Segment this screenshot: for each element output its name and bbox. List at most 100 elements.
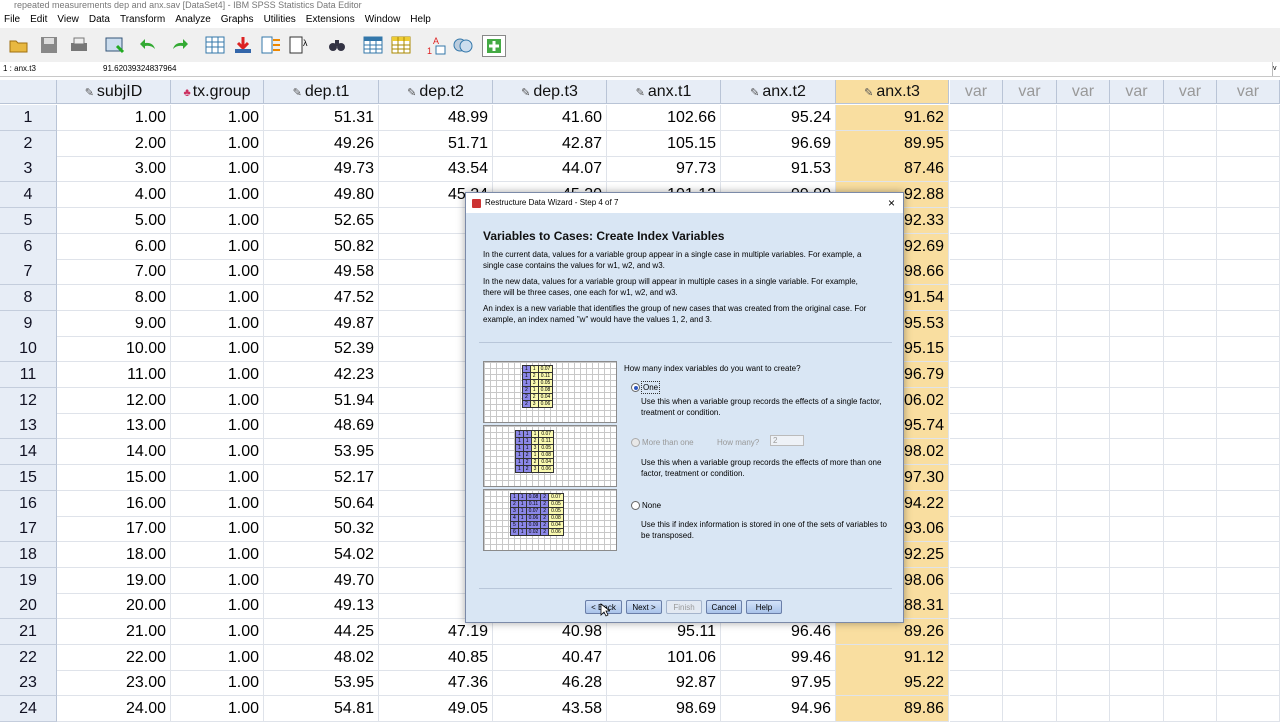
empty-cell[interactable] — [950, 644, 1003, 671]
data-cell[interactable]: 54.02 — [264, 541, 379, 568]
open-folder-icon[interactable] — [8, 35, 30, 55]
empty-cell[interactable] — [1003, 413, 1057, 440]
data-cell[interactable]: 52.65 — [264, 207, 379, 234]
empty-cell[interactable] — [950, 105, 1003, 131]
empty-cell[interactable] — [1057, 490, 1110, 517]
empty-cell[interactable] — [950, 567, 1003, 594]
empty-cell[interactable] — [1057, 464, 1110, 491]
empty-cell[interactable] — [1217, 362, 1280, 388]
menu-edit[interactable]: Edit — [26, 12, 53, 28]
menu-extensions[interactable]: Extensions — [302, 12, 361, 28]
close-icon[interactable]: × — [888, 193, 895, 213]
data-cell[interactable]: 40.47 — [493, 644, 607, 671]
empty-cell[interactable] — [1057, 670, 1110, 697]
data-cell[interactable]: 1.00 — [171, 336, 264, 363]
data-cell[interactable]: 49.05 — [379, 696, 493, 722]
data-cell[interactable]: 91.53 — [721, 156, 836, 183]
empty-cell[interactable] — [1217, 619, 1280, 645]
data-cell[interactable]: 49.73 — [264, 156, 379, 183]
empty-cell[interactable] — [1217, 182, 1280, 209]
grid-corner[interactable] — [0, 80, 57, 104]
menu-utilities[interactable]: Utilities — [260, 12, 302, 28]
data-cell[interactable]: 1.00 — [171, 413, 264, 440]
empty-cell[interactable] — [1003, 130, 1057, 157]
empty-cell[interactable] — [950, 336, 1003, 363]
empty-cell[interactable] — [1057, 105, 1110, 131]
empty-cell[interactable] — [1164, 644, 1217, 671]
column-header-dep-t2[interactable]: ✎ dep.t2 — [379, 80, 493, 104]
empty-cell[interactable] — [1164, 259, 1217, 286]
column-header-var[interactable]: var — [950, 80, 1003, 104]
data-cell[interactable]: 2.00 — [57, 130, 171, 157]
radio-none-label[interactable]: None — [642, 500, 661, 511]
data-cell[interactable]: 9.00 — [57, 310, 171, 337]
undo-icon[interactable] — [138, 35, 160, 55]
data-cell[interactable]: 102.66 — [607, 105, 721, 131]
data-cell[interactable]: 50.32 — [264, 516, 379, 543]
empty-cell[interactable] — [1164, 182, 1217, 209]
row-number[interactable]: 10 — [0, 336, 57, 363]
cell-value-dropdown[interactable]: v — [1272, 62, 1280, 76]
empty-cell[interactable] — [1217, 259, 1280, 286]
data-cell[interactable]: 49.13 — [264, 593, 379, 620]
row-number[interactable]: 17 — [0, 516, 57, 543]
data-cell[interactable]: 47.36 — [379, 670, 493, 697]
data-cell[interactable]: 1.00 — [171, 182, 264, 209]
empty-cell[interactable] — [1164, 593, 1217, 620]
column-header-dep-t1[interactable]: ✎ dep.t1 — [264, 80, 379, 104]
empty-cell[interactable] — [1110, 670, 1164, 697]
empty-cell[interactable] — [1057, 387, 1110, 414]
data-cell[interactable]: 89.95 — [836, 130, 949, 157]
goto-case-icon[interactable] — [204, 35, 226, 55]
radio-none[interactable] — [631, 501, 640, 510]
row-number[interactable]: 4 — [0, 182, 57, 209]
data-cell[interactable]: 15.00 — [57, 464, 171, 491]
data-cell[interactable]: 52.17 — [264, 464, 379, 491]
empty-cell[interactable] — [1057, 696, 1110, 722]
data-cell[interactable]: 98.69 — [607, 696, 721, 722]
empty-cell[interactable] — [1057, 567, 1110, 594]
radio-more-than-one-label[interactable]: More than one — [642, 437, 694, 448]
empty-cell[interactable] — [1217, 387, 1280, 414]
empty-cell[interactable] — [950, 362, 1003, 388]
empty-cell[interactable] — [1057, 336, 1110, 363]
empty-cell[interactable] — [1057, 362, 1110, 388]
empty-cell[interactable] — [1003, 593, 1057, 620]
row-number[interactable]: 24 — [0, 696, 57, 722]
empty-cell[interactable] — [1110, 336, 1164, 363]
data-cell[interactable]: 12.00 — [57, 387, 171, 414]
empty-cell[interactable] — [1057, 541, 1110, 568]
empty-cell[interactable] — [1164, 156, 1217, 183]
data-cell[interactable]: 23.00 — [57, 670, 171, 697]
data-cell[interactable]: 44.25 — [264, 619, 379, 645]
empty-cell[interactable] — [1003, 696, 1057, 722]
row-number[interactable]: 15 — [0, 464, 57, 491]
data-cell[interactable]: 51.94 — [264, 387, 379, 414]
column-header-var[interactable]: var — [1217, 80, 1280, 104]
data-cell[interactable]: 1.00 — [171, 387, 264, 414]
empty-cell[interactable] — [1003, 182, 1057, 209]
empty-cell[interactable] — [950, 182, 1003, 209]
empty-cell[interactable] — [1217, 541, 1280, 568]
data-cell[interactable]: 17.00 — [57, 516, 171, 543]
empty-cell[interactable] — [1003, 284, 1057, 311]
data-cell[interactable]: 7.00 — [57, 259, 171, 286]
data-cell[interactable]: 91.12 — [836, 644, 949, 671]
empty-cell[interactable] — [1110, 567, 1164, 594]
data-cell[interactable]: 41.60 — [493, 105, 607, 131]
find-icon[interactable] — [326, 35, 348, 55]
empty-cell[interactable] — [1110, 233, 1164, 260]
cancel-button[interactable]: Cancel — [706, 600, 742, 614]
row-number[interactable]: 1 — [0, 105, 57, 131]
empty-cell[interactable] — [1217, 516, 1280, 543]
data-cell[interactable]: 95.22 — [836, 670, 949, 697]
recall-dialog-icon[interactable] — [104, 35, 126, 55]
data-cell[interactable]: 1.00 — [171, 362, 264, 388]
empty-cell[interactable] — [1164, 387, 1217, 414]
data-cell[interactable]: 1.00 — [171, 156, 264, 183]
data-cell[interactable]: 48.02 — [264, 644, 379, 671]
empty-cell[interactable] — [1110, 593, 1164, 620]
data-cell[interactable]: 48.99 — [379, 105, 493, 131]
empty-cell[interactable] — [1057, 284, 1110, 311]
empty-cell[interactable] — [1217, 464, 1280, 491]
